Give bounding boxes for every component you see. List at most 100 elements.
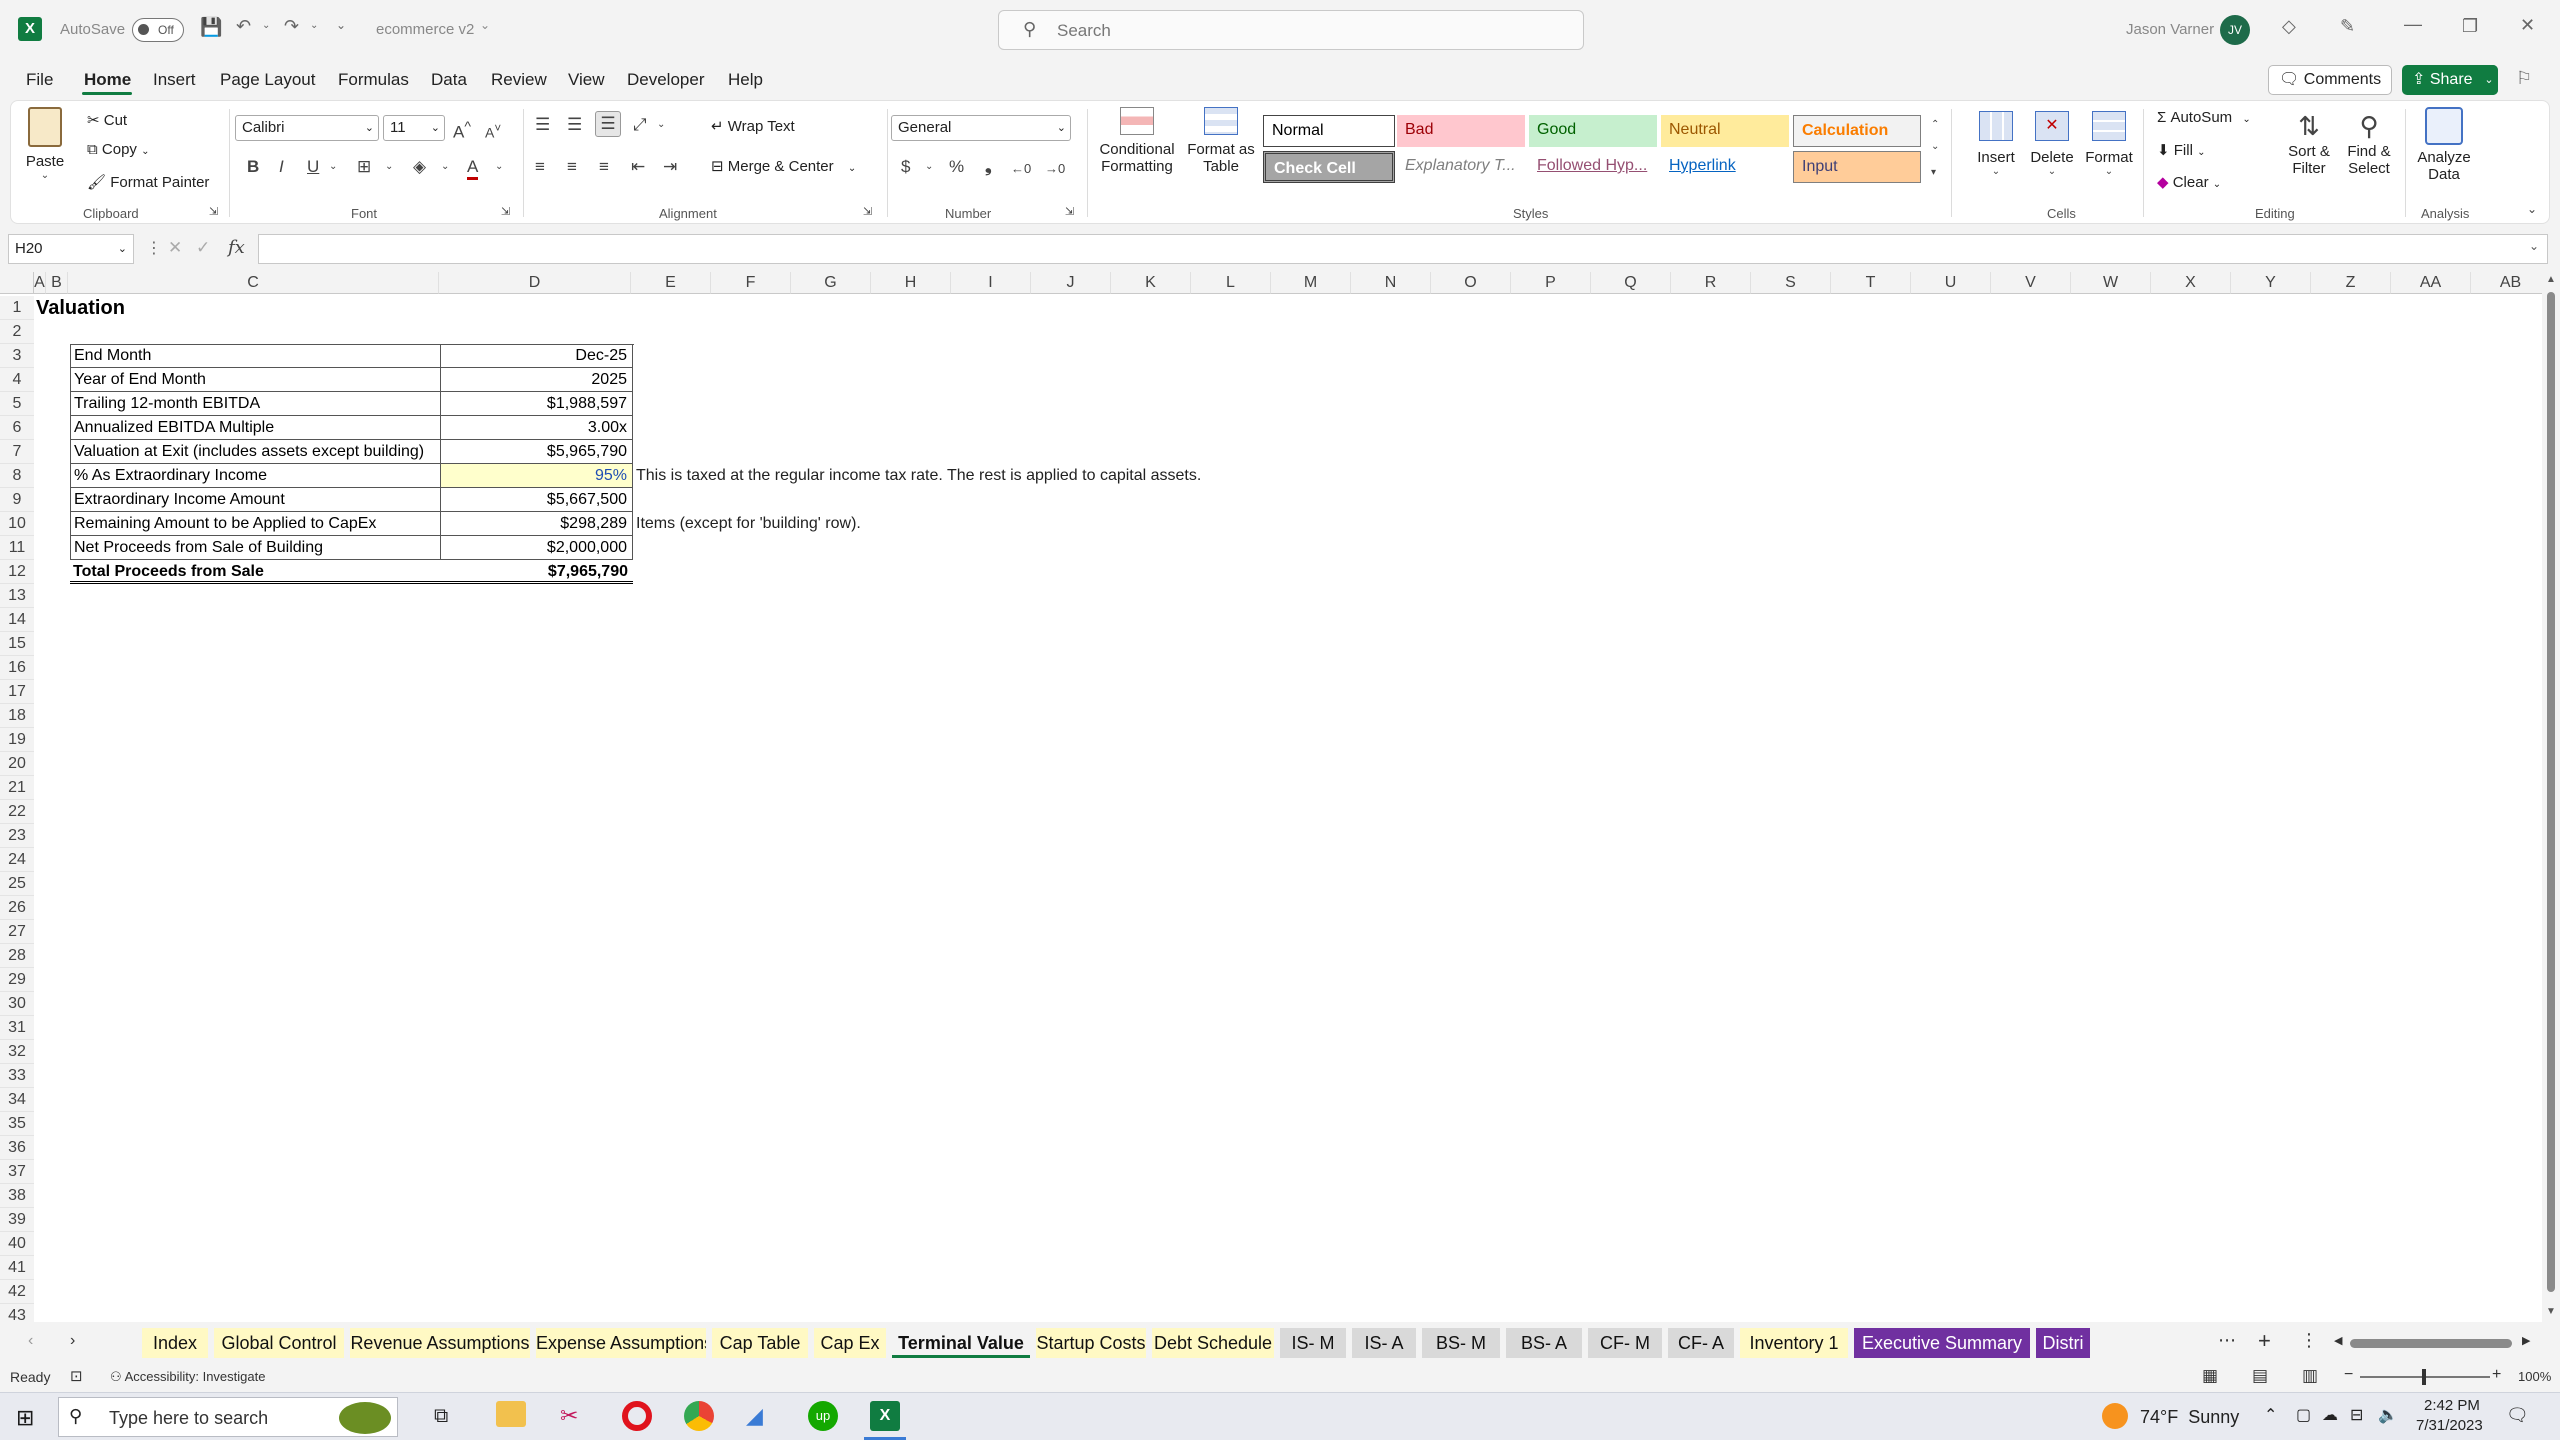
table-row-value[interactable]: Dec-25: [441, 344, 633, 368]
styles-scroll-down-icon[interactable]: ⌄: [1931, 137, 1939, 157]
snipping-tool-icon[interactable]: ✂: [560, 1403, 578, 1429]
fill-color-dropdown-icon[interactable]: ⌄: [441, 157, 449, 177]
row-header[interactable]: 42: [0, 1280, 34, 1304]
tab-scroll-left-icon[interactable]: ‹: [28, 1332, 33, 1350]
align-middle-icon[interactable]: ☰: [567, 115, 582, 135]
percent-style-icon[interactable]: %: [949, 157, 964, 177]
sheet-tab[interactable]: Expense Assumptions: [536, 1328, 706, 1358]
sheet-tab[interactable]: Terminal Value: [892, 1328, 1030, 1358]
table-row-label[interactable]: Extraordinary Income Amount: [70, 488, 441, 512]
font-launcher-icon[interactable]: ⇲: [501, 205, 510, 218]
style-input[interactable]: Input: [1793, 151, 1921, 183]
page-break-view-icon[interactable]: ▥: [2302, 1366, 2318, 1386]
row-header[interactable]: 35: [0, 1112, 34, 1136]
font-color-dropdown-icon[interactable]: ⌄: [495, 157, 503, 177]
table-row-value[interactable]: $7,965,790: [441, 560, 633, 584]
vertical-scroll-thumb[interactable]: [2547, 292, 2555, 1292]
column-header[interactable]: AB: [2471, 272, 2551, 294]
page-layout-view-icon[interactable]: ▤: [2252, 1366, 2268, 1386]
table-row-value[interactable]: 2025: [441, 368, 633, 392]
row-header[interactable]: 15: [0, 632, 34, 656]
borders-icon[interactable]: ⊞: [357, 157, 371, 177]
scroll-down-icon[interactable]: ▼: [2546, 1306, 2556, 1317]
row-header[interactable]: 1: [0, 296, 34, 320]
close-icon[interactable]: ✕: [2520, 15, 2535, 36]
row-header[interactable]: 18: [0, 704, 34, 728]
column-header[interactable]: H: [871, 272, 951, 294]
styles-more-icon[interactable]: ▾: [1931, 163, 1936, 183]
row-header[interactable]: 8: [0, 464, 34, 488]
row-header[interactable]: 16: [0, 656, 34, 680]
sheet-tab[interactable]: Global Control: [214, 1328, 344, 1358]
clock-date[interactable]: 7/31/2023: [2416, 1417, 2483, 1434]
underline-icon[interactable]: U: [307, 157, 319, 177]
row-header[interactable]: 39: [0, 1208, 34, 1232]
menu-insert[interactable]: Insert: [153, 70, 196, 90]
column-header[interactable]: J: [1031, 272, 1111, 294]
sheet-tab[interactable]: Startup Costs: [1036, 1328, 1146, 1358]
comma-style-icon[interactable]: ❟: [985, 157, 992, 177]
zoom-level[interactable]: 100%: [2518, 1369, 2551, 1384]
table-row-value[interactable]: $2,000,000: [441, 536, 633, 560]
number-launcher-icon[interactable]: ⇲: [1065, 205, 1074, 218]
task-view-icon[interactable]: ⧉: [434, 1405, 448, 1428]
note-capex-items[interactable]: Items (except for 'building' row).: [636, 512, 861, 536]
menu-home[interactable]: Home: [84, 70, 131, 90]
minimize-icon[interactable]: —: [2404, 14, 2422, 35]
row-header[interactable]: 29: [0, 968, 34, 992]
row-header[interactable]: 2: [0, 320, 34, 344]
decrease-indent-icon[interactable]: ⇤: [631, 157, 645, 177]
alignment-launcher-icon[interactable]: ⇲: [863, 205, 872, 218]
align-left-icon[interactable]: ≡: [535, 157, 545, 177]
column-header[interactable]: AA: [2391, 272, 2471, 294]
upwork-icon[interactable]: up: [808, 1401, 838, 1431]
row-header[interactable]: 22: [0, 800, 34, 824]
align-center-icon[interactable]: ≡: [567, 157, 577, 177]
column-header[interactable]: W: [2071, 272, 2151, 294]
note-extraordinary-income[interactable]: This is taxed at the regular income tax …: [636, 464, 1201, 488]
row-header[interactable]: 28: [0, 944, 34, 968]
sheet-tab[interactable]: CF- M: [1588, 1328, 1662, 1358]
sheet-tab[interactable]: CF- A: [1668, 1328, 1734, 1358]
table-row-value[interactable]: 95%: [441, 464, 633, 488]
weather-text[interactable]: 74°F Sunny: [2140, 1407, 2239, 1428]
menu-page-layout[interactable]: Page Layout: [220, 70, 315, 90]
row-header[interactable]: 6: [0, 416, 34, 440]
sheet-title[interactable]: Valuation: [36, 296, 125, 320]
formula-bar-grip-icon[interactable]: ⋮: [146, 238, 162, 258]
tab-scroll-right-icon[interactable]: ›: [70, 1332, 75, 1350]
accounting-format-icon[interactable]: $: [901, 157, 910, 177]
zoom-out-icon[interactable]: −: [2344, 1366, 2353, 1384]
table-row-value[interactable]: $5,667,500: [441, 488, 633, 512]
row-header[interactable]: 38: [0, 1184, 34, 1208]
style-normal[interactable]: Normal: [1263, 115, 1395, 147]
collapse-ribbon-icon[interactable]: ⌄: [2527, 199, 2537, 219]
column-header[interactable]: L: [1191, 272, 1271, 294]
file-explorer-icon[interactable]: [496, 1401, 526, 1427]
menu-formulas[interactable]: Formulas: [338, 70, 409, 90]
normal-view-icon[interactable]: ▦: [2202, 1366, 2218, 1386]
font-size-combo[interactable]: 11 ⌄: [383, 115, 445, 141]
feedback-icon[interactable]: ⚐: [2516, 68, 2532, 89]
avatar[interactable]: JV: [2220, 15, 2250, 45]
column-header[interactable]: G: [791, 272, 871, 294]
row-header[interactable]: 17: [0, 680, 34, 704]
vertical-scrollbar[interactable]: ▲ ▼: [2542, 272, 2560, 1322]
column-header[interactable]: M: [1271, 272, 1351, 294]
number-format-combo[interactable]: General ⌄: [891, 115, 1071, 141]
windows-start-icon[interactable]: ⊞: [16, 1405, 34, 1431]
row-header[interactable]: 36: [0, 1136, 34, 1160]
formula-input[interactable]: ⌄: [258, 234, 2548, 264]
menu-data[interactable]: Data: [431, 70, 467, 90]
insert-function-icon[interactable]: fx: [228, 237, 245, 258]
column-header[interactable]: P: [1511, 272, 1591, 294]
menu-file[interactable]: File: [26, 70, 53, 90]
restore-icon[interactable]: ❐: [2462, 16, 2478, 37]
table-row-value[interactable]: $298,289: [441, 512, 633, 536]
wrap-text-button[interactable]: ↵ Wrap Text: [711, 117, 795, 135]
table-row-label[interactable]: Valuation at Exit (includes assets excep…: [70, 440, 441, 464]
sheet-tab[interactable]: Cap Ex: [814, 1328, 886, 1358]
column-header[interactable]: I: [951, 272, 1031, 294]
menu-review[interactable]: Review: [491, 70, 547, 90]
chrome-icon[interactable]: [684, 1401, 714, 1431]
